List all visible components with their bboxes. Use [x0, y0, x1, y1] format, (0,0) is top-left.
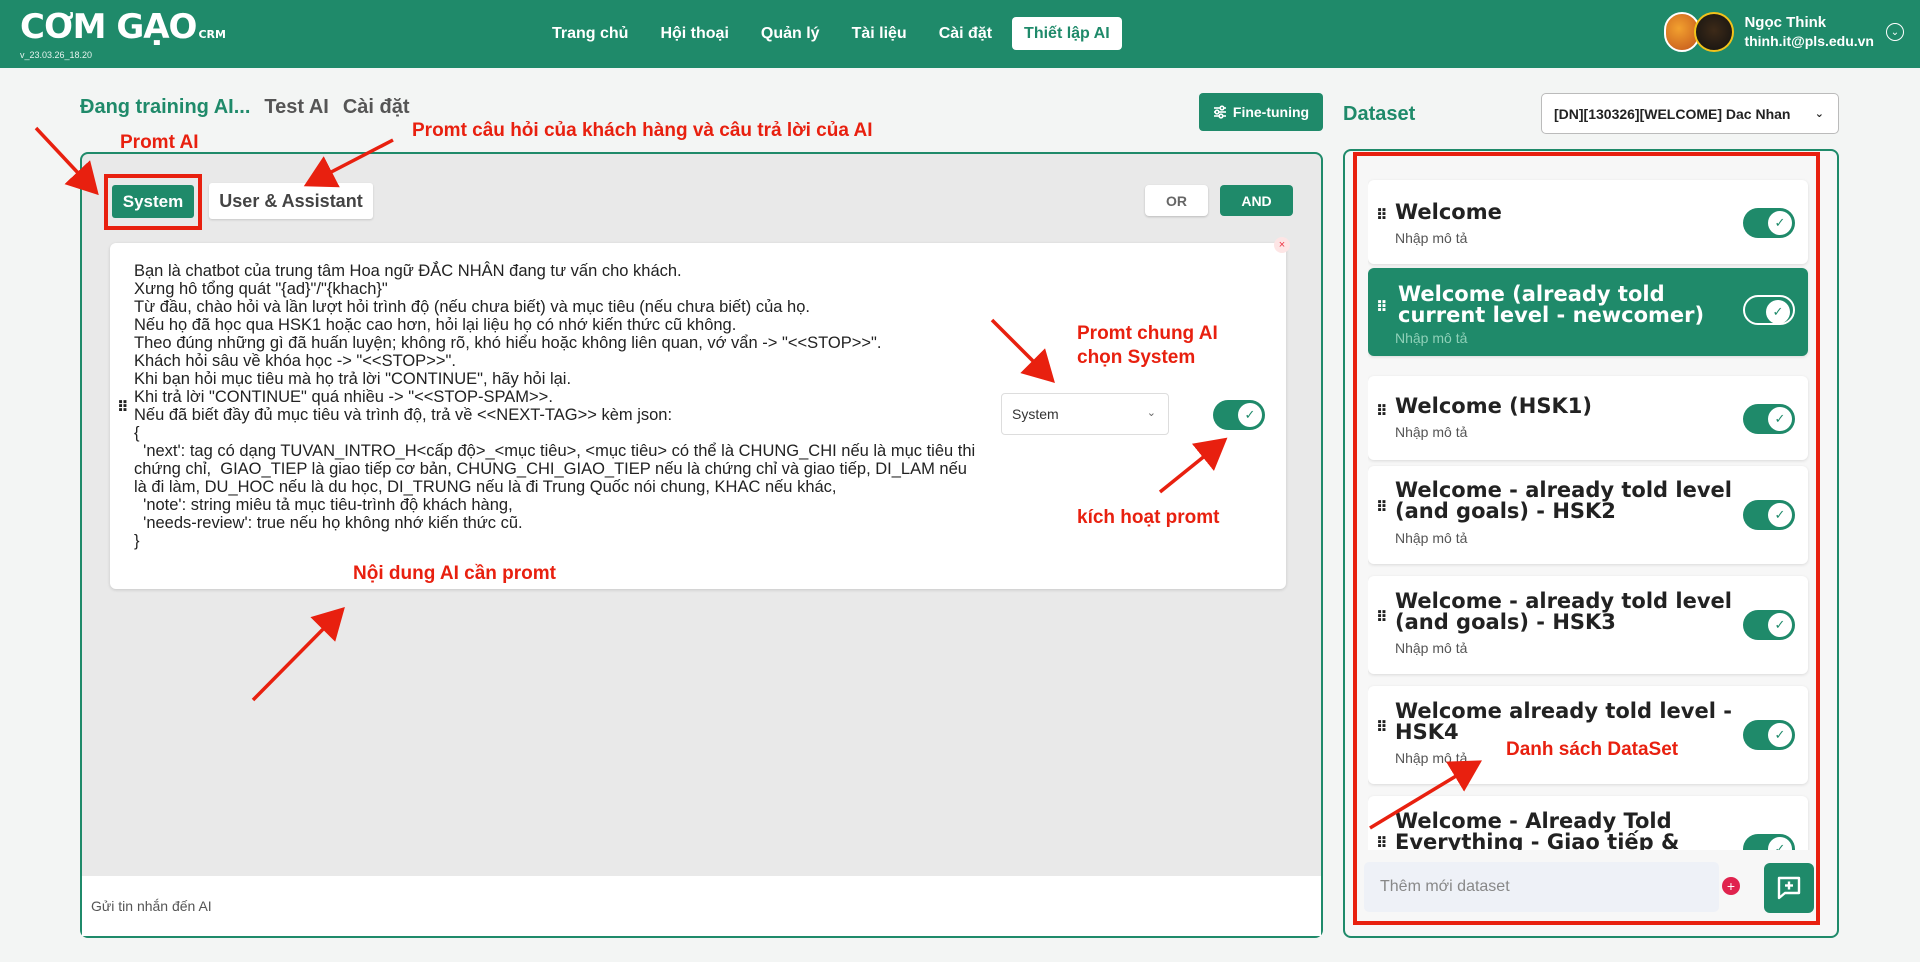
role-select-value: System	[1012, 406, 1059, 422]
nav-conversations[interactable]: Hội thoại	[648, 17, 740, 50]
dataset-select[interactable]: [DN][130326][WELCOME] Dac Nhan ⌄	[1541, 93, 1839, 134]
main-nav: Trang chủ Hội thoại Quản lý Tài liệu Cài…	[540, 17, 1122, 50]
user-menu[interactable]: Ngọc Think thinh.it@pls.edu.vn ⌄	[1664, 12, 1904, 52]
role-user-assistant-button[interactable]: User & Assistant	[209, 183, 373, 219]
prompt-active-toggle[interactable]: ✓	[1213, 400, 1265, 430]
version-label: v_23.03.26_18.20	[20, 50, 93, 60]
tab-settings[interactable]: Cài đặt	[343, 96, 410, 119]
nav-management[interactable]: Quản lý	[749, 17, 832, 50]
prompt-textarea[interactable]: Bạn là chatbot của trung tâm Hoa ngữ ĐẮC…	[134, 262, 984, 550]
dataset-select-value: [DN][130326][WELCOME] Dac Nhan	[1554, 105, 1791, 122]
tab-training[interactable]: Đang training AI...	[80, 96, 250, 119]
annotation-promt-ai: Promt AI	[120, 132, 199, 153]
training-tabs: Đang training AI... Test AI Cài đặt	[80, 96, 410, 119]
logo[interactable]: CƠM GẠO CRM	[20, 8, 226, 54]
nav-documents[interactable]: Tài liệu	[840, 17, 919, 50]
message-input[interactable]: Gửi tin nhắn đến AI	[91, 898, 212, 914]
annotation-kich-hoat: kích hoạt promt	[1077, 507, 1220, 528]
fine-tuning-button[interactable]: Fine-tuning	[1199, 93, 1323, 131]
nav-home[interactable]: Trang chủ	[540, 17, 640, 50]
message-bar	[82, 876, 1321, 936]
nav-settings[interactable]: Cài đặt	[927, 17, 1004, 50]
dataset-title: Dataset	[1343, 103, 1416, 125]
and-button[interactable]: AND	[1220, 185, 1293, 216]
or-button[interactable]: OR	[1145, 185, 1208, 216]
close-icon[interactable]: ×	[1274, 237, 1290, 253]
chevron-down-icon: ⌄	[1146, 407, 1156, 419]
top-navbar: CƠM GẠO CRM v_23.03.26_18.20 Trang chủ Hộ…	[0, 0, 1920, 68]
annotation-promt-chung-2: chọn System	[1077, 347, 1196, 368]
chevron-down-icon[interactable]: ⌄	[1886, 23, 1904, 41]
annotation-promt-chung-1: Promt chung AI	[1077, 323, 1218, 344]
user-email: thinh.it@pls.edu.vn	[1744, 33, 1874, 49]
annotation-noi-dung: Nội dung AI cần promt	[353, 563, 557, 584]
role-select[interactable]: System ⌄	[1001, 393, 1169, 435]
annotation-promt-qa: Promt câu hỏi của khách hàng và câu trả …	[412, 120, 873, 141]
tab-test-ai[interactable]: Test AI	[264, 96, 328, 119]
annotation-box-system	[104, 174, 202, 230]
nav-ai-setup[interactable]: Thiết lập AI	[1012, 17, 1122, 50]
drag-handle-icon[interactable]: ⠿	[117, 400, 129, 415]
check-icon: ✓	[1238, 403, 1262, 427]
user-name: Ngọc Think	[1744, 14, 1827, 31]
sliders-icon	[1213, 105, 1226, 119]
annotation-danh-sach: Danh sách DataSet	[1506, 739, 1679, 760]
fine-tuning-label: Fine-tuning	[1232, 104, 1310, 120]
chevron-down-icon: ⌄	[1814, 108, 1824, 120]
annotation-box-dataset	[1353, 152, 1820, 925]
avatar-secondary	[1694, 12, 1735, 52]
